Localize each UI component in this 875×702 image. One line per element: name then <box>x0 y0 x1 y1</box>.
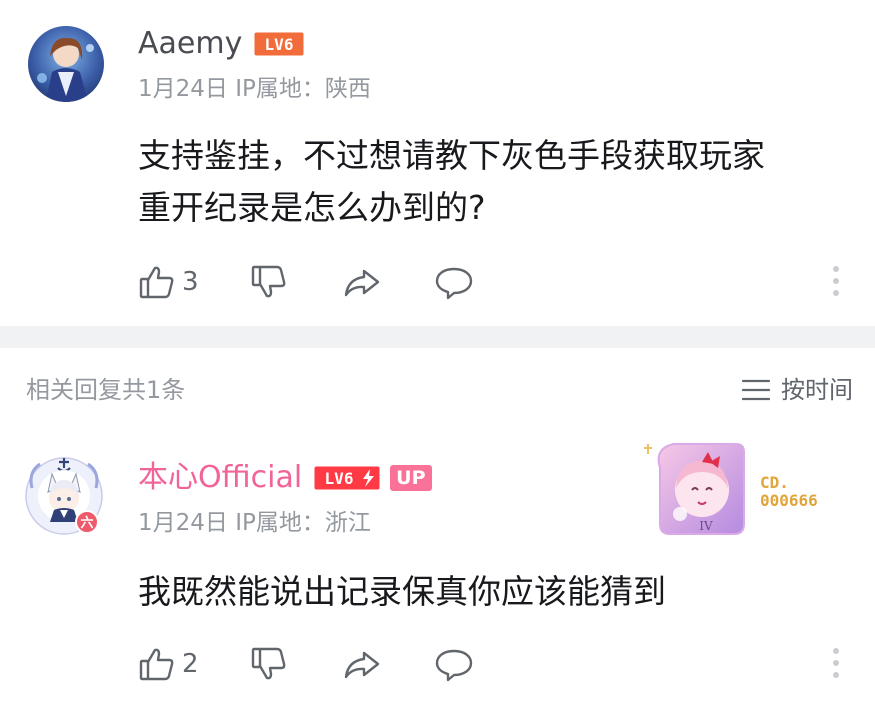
comment-text-line: 支持鉴挂，不过想请教下灰色手段获取玩家 <box>138 136 765 175</box>
up-badge: UP <box>390 465 432 491</box>
reply-count: 相关回复共1条 <box>26 376 186 404</box>
reply-section-header: 相关回复共1条 按时间 <box>0 348 875 426</box>
user-avatar[interactable] <box>28 26 104 102</box>
avatar-badge-text: 六 <box>80 515 93 531</box>
fan-card-image: IV <box>644 443 745 535</box>
more-options-button[interactable] <box>828 648 844 678</box>
like-button[interactable]: 3 <box>138 262 250 302</box>
thumbs-up-icon <box>139 648 174 681</box>
username[interactable]: 本心Official <box>138 458 302 498</box>
level-badge: LV6 <box>314 466 380 490</box>
more-vertical-icon <box>833 266 839 272</box>
user-avatar[interactable]: 六 <box>24 452 104 538</box>
sort-label: 按时间 <box>781 376 853 404</box>
comment-item: Aaemy LV6 1月24日 IP属地：陕西 支持鉴挂，不过想请教下灰色手段获… <box>0 0 875 326</box>
comment-text: 支持鉴挂，不过想请教下灰色手段获取玩家 重开纪录是怎么办到的? <box>138 130 858 234</box>
fan-number: CD. 000666 <box>760 474 818 510</box>
thumbs-down-icon <box>251 647 286 680</box>
level-text: LV6 <box>265 35 294 54</box>
comment-actions: 2 <box>138 644 474 684</box>
comment-text-line: 重开纪录是怎么办到的? <box>138 188 486 227</box>
share-icon <box>344 651 380 679</box>
comment-icon <box>435 267 473 300</box>
username-row: Aaemy LV6 <box>138 24 304 64</box>
ip-label: IP属地： <box>235 510 325 536</box>
more-options-button[interactable] <box>828 266 844 296</box>
reply-button[interactable] <box>434 263 474 301</box>
reply-button[interactable] <box>434 645 474 683</box>
fan-card-rank: IV <box>699 519 713 533</box>
fan-number-prefix: CD. <box>760 473 789 492</box>
fan-card[interactable]: IV CD. 000666 <box>640 438 850 548</box>
more-vertical-icon <box>833 648 839 654</box>
level-text: LV6 <box>325 469 354 488</box>
level-badge: LV6 <box>254 32 304 56</box>
comment-meta: 1月24日 IP属地：浙江 <box>138 508 371 538</box>
comment-actions: 3 <box>138 262 474 302</box>
username[interactable]: Aaemy <box>138 24 242 64</box>
share-button[interactable] <box>342 263 434 301</box>
share-icon <box>344 269 380 297</box>
like-count: 3 <box>182 267 199 297</box>
ip-label: IP属地： <box>235 76 325 102</box>
like-count: 2 <box>182 649 199 679</box>
comment-text: 我既然能说出记录保真你应该能猜到 <box>138 572 666 611</box>
comment-icon <box>435 649 473 682</box>
ip-region: 陕西 <box>324 76 371 102</box>
dislike-button[interactable] <box>250 645 342 683</box>
comment-meta: 1月24日 IP属地：陕西 <box>138 74 371 104</box>
dislike-button[interactable] <box>250 263 342 301</box>
thumbs-up-icon <box>139 266 174 299</box>
fan-number-value: 000666 <box>760 491 818 510</box>
thumbs-down-icon <box>251 265 286 298</box>
comment-date: 1月24日 <box>138 510 228 536</box>
share-button[interactable] <box>342 645 434 683</box>
ip-region: 浙江 <box>324 510 371 536</box>
sort-lines-icon <box>741 379 771 401</box>
username-row: 本心Official LV6 UP <box>138 458 432 498</box>
like-button[interactable]: 2 <box>138 644 250 684</box>
section-divider <box>0 326 875 348</box>
sort-button[interactable]: 按时间 <box>741 374 853 406</box>
comment-date: 1月24日 <box>138 76 228 102</box>
